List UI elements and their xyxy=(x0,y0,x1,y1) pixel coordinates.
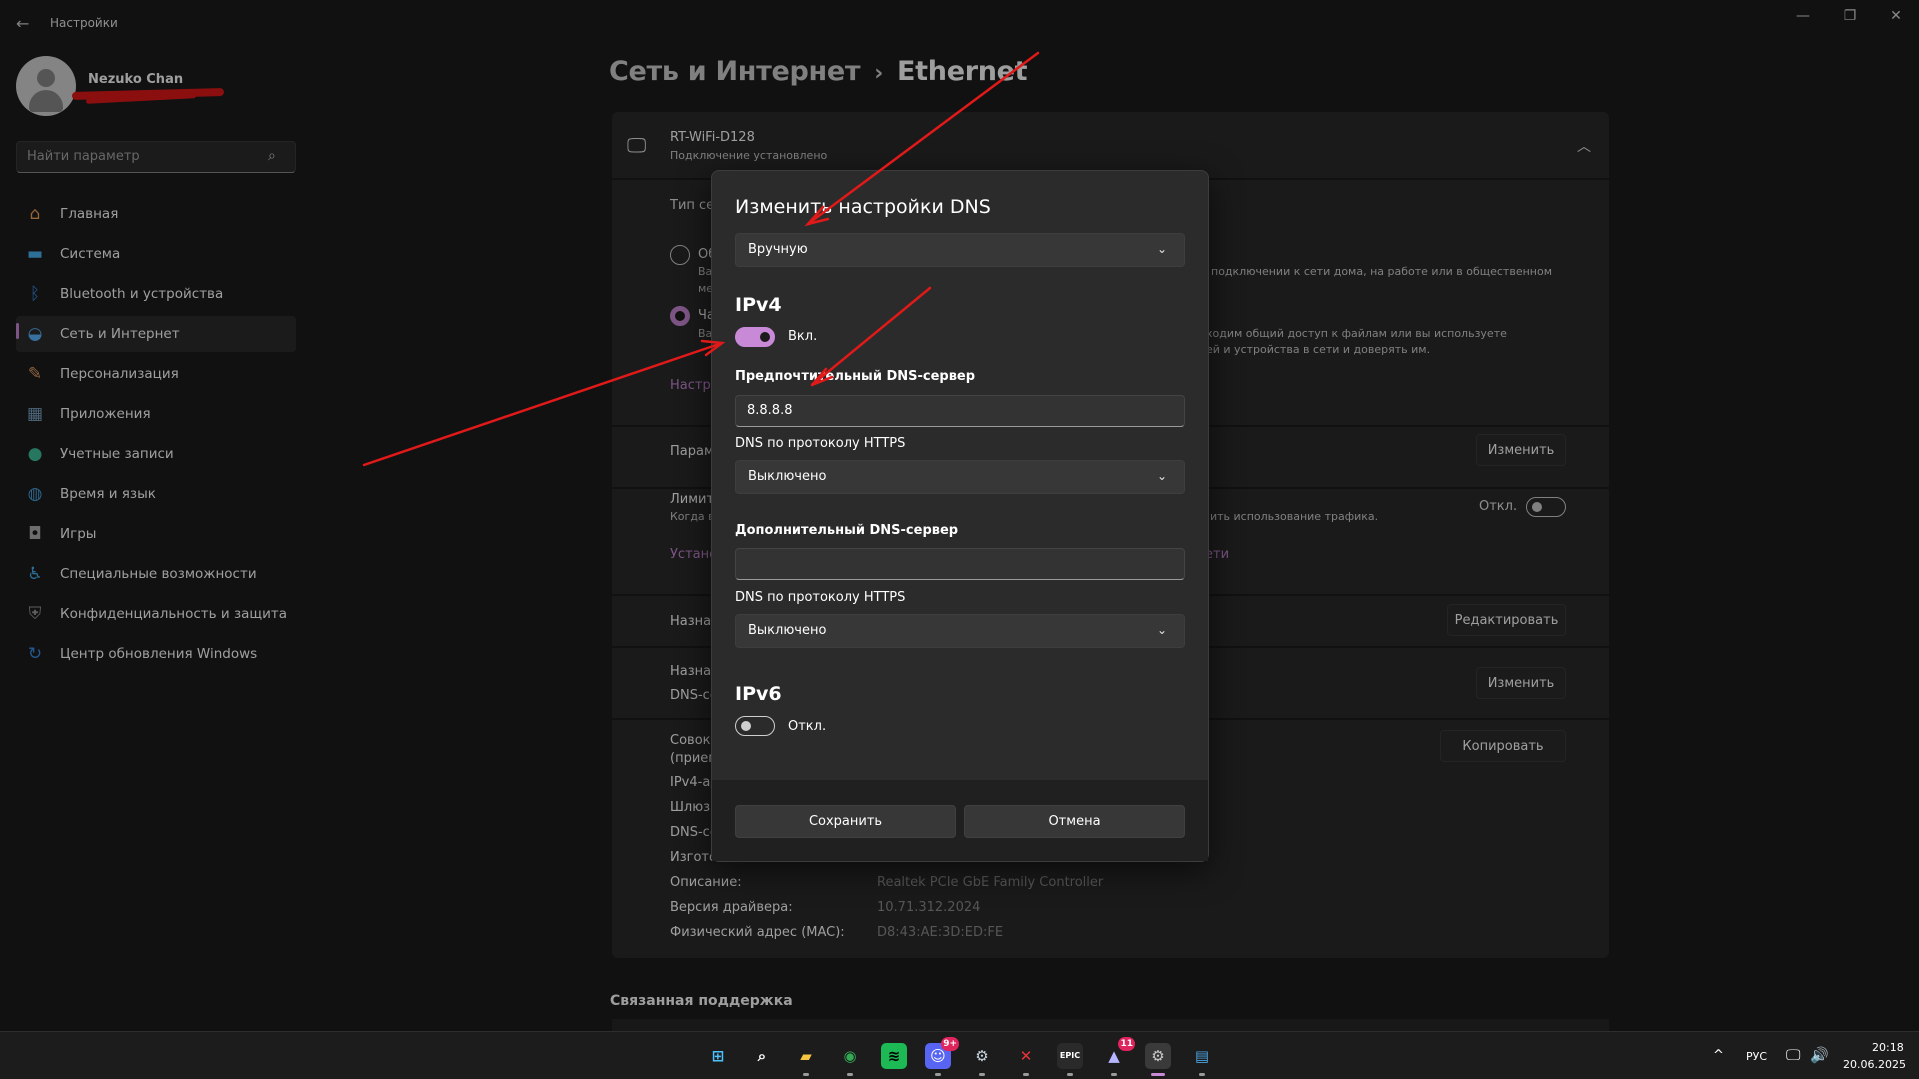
alternate-https-value: Выключено xyxy=(748,623,827,638)
ipv4-toggle[interactable] xyxy=(735,327,775,347)
dialog-title: Изменить настройки DNS xyxy=(735,196,991,218)
preferred-https-label: DNS по протоколу HTTPS xyxy=(735,436,906,451)
alternate-dns-label: Дополнительный DNS-сервер xyxy=(735,523,959,538)
network-tray-icon[interactable]: 🖵 xyxy=(1786,1046,1800,1064)
ipv6-heading: IPv6 xyxy=(735,683,782,705)
running-indicator xyxy=(1067,1073,1073,1076)
dns-settings-dialog xyxy=(711,170,1209,862)
steam-icon[interactable]: ⚙ xyxy=(969,1043,995,1069)
preferred-dns-input[interactable]: 8.8.8.8 xyxy=(735,395,1185,427)
running-indicator xyxy=(1111,1073,1117,1076)
file-explorer-icon[interactable]: ▰ xyxy=(793,1043,819,1069)
start-icon[interactable]: ⊞ xyxy=(705,1043,731,1069)
running-indicator xyxy=(1151,1073,1165,1076)
clock-time[interactable]: 20:18 xyxy=(1872,1041,1904,1054)
taskbar xyxy=(0,1031,1919,1079)
chevron-down-icon: ⌄ xyxy=(1157,623,1168,637)
notification-badge: 11 xyxy=(1118,1037,1135,1051)
discord-icon[interactable]: ☺ 9+ xyxy=(925,1037,959,1069)
search-icon[interactable]: ⌕ xyxy=(749,1043,775,1069)
ipv6-toggle-state: Откл. xyxy=(788,719,827,734)
running-indicator xyxy=(979,1073,985,1076)
x-app-icon[interactable]: ✕ xyxy=(1013,1043,1039,1069)
launcher-icon[interactable]: ▲ 11 xyxy=(1101,1037,1135,1069)
running-indicator xyxy=(935,1073,941,1076)
notification-badge: 9+ xyxy=(941,1037,959,1051)
preferred-https-value: Выключено xyxy=(748,469,827,484)
running-indicator xyxy=(803,1073,809,1076)
tray-chevron-icon[interactable]: ^ xyxy=(1713,1048,1724,1063)
chrome-icon[interactable]: ◉ xyxy=(837,1043,863,1069)
running-indicator xyxy=(1199,1073,1205,1076)
alternate-https-label: DNS по протоколу HTTPS xyxy=(735,590,906,605)
network-tool-icon[interactable]: ▤ xyxy=(1189,1043,1215,1069)
running-indicator xyxy=(847,1073,853,1076)
alternate-dns-input[interactable] xyxy=(735,548,1185,580)
language-indicator[interactable]: РУС xyxy=(1746,1050,1767,1063)
settings-icon[interactable]: ⚙ xyxy=(1145,1043,1171,1069)
ipv4-heading: IPv4 xyxy=(735,294,782,316)
running-indicator xyxy=(1023,1073,1029,1076)
epic-games-icon[interactable]: EPIC xyxy=(1057,1043,1083,1069)
spotify-icon[interactable]: ≋ xyxy=(881,1043,907,1069)
cancel-button[interactable]: Отмена xyxy=(964,805,1185,838)
volume-tray-icon[interactable]: 🔊 xyxy=(1810,1046,1829,1064)
dns-mode-value: Вручную xyxy=(748,242,808,257)
ipv6-toggle[interactable] xyxy=(735,716,775,736)
clock-date[interactable]: 20.06.2025 xyxy=(1843,1058,1906,1071)
chevron-down-icon: ⌄ xyxy=(1157,242,1168,256)
save-button[interactable]: Сохранить xyxy=(735,805,956,838)
chevron-down-icon: ⌄ xyxy=(1157,469,1168,483)
ipv4-toggle-state: Вкл. xyxy=(788,329,818,344)
preferred-dns-label: Предпочтительный DNS-сервер xyxy=(735,369,976,384)
